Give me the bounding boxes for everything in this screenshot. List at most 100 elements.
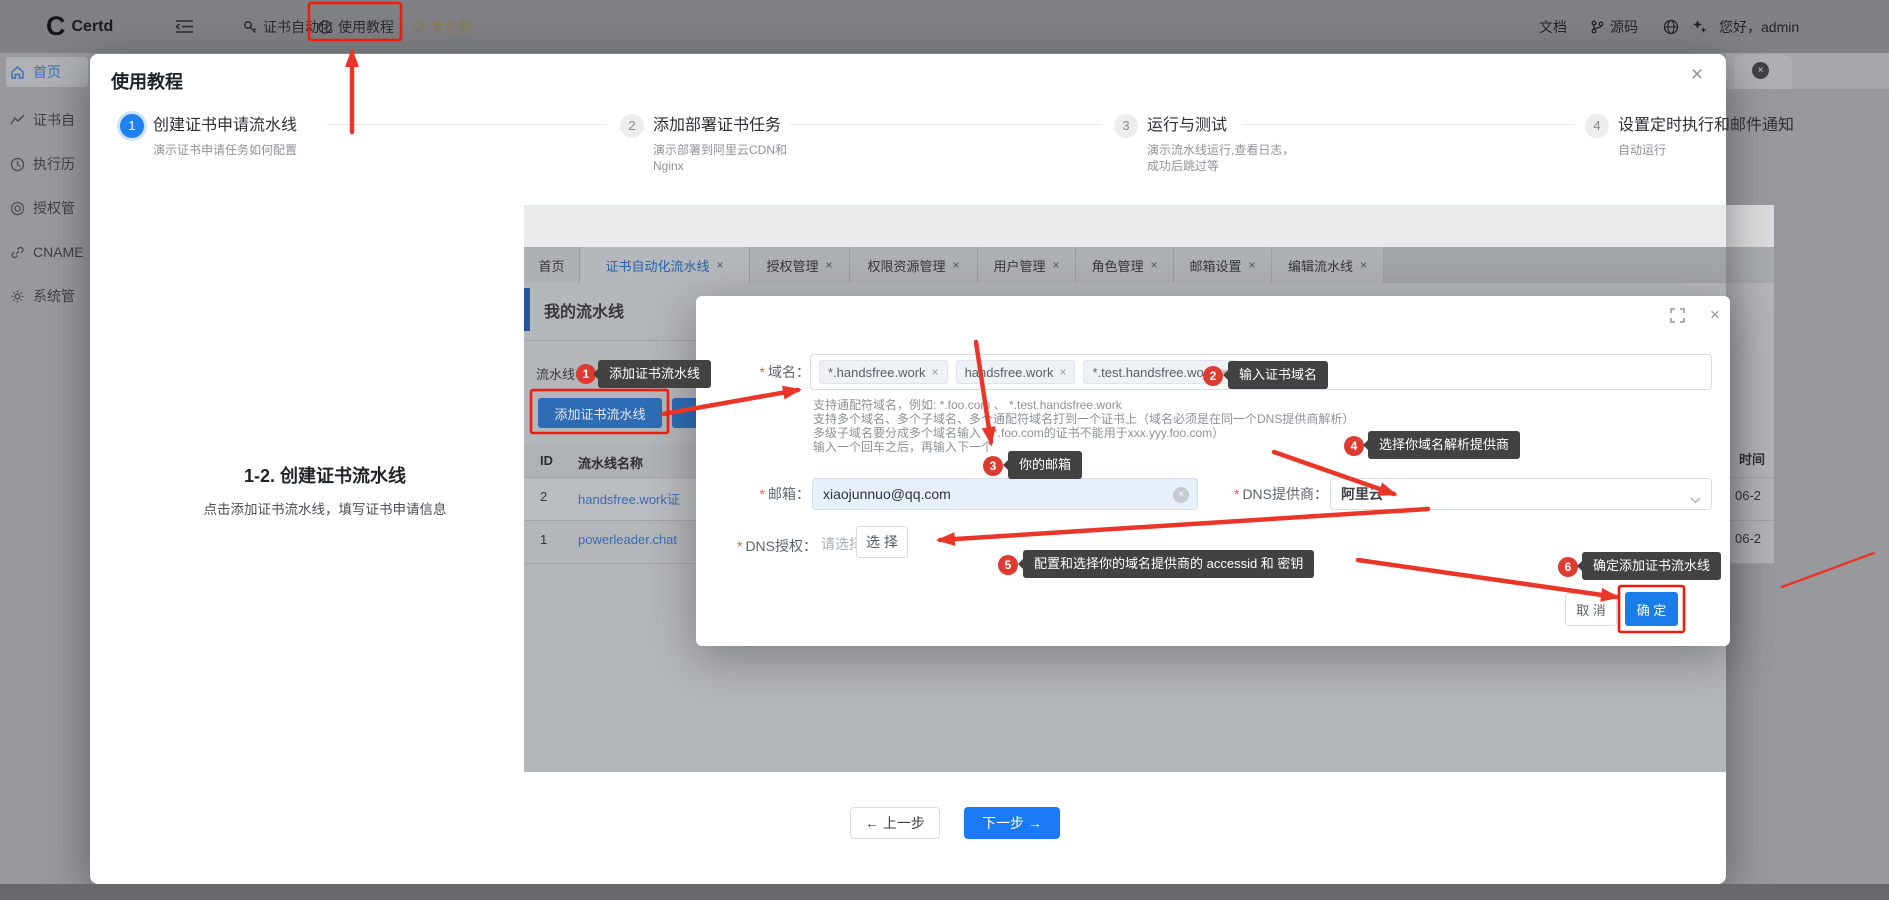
pipeline-link[interactable]: powerleader.chat: [578, 532, 696, 547]
sidebar-item-label: 系统管: [33, 286, 75, 306]
sidebar-item-cname[interactable]: CNAME: [10, 237, 88, 267]
cancel-button[interactable]: 取 消: [1565, 593, 1617, 626]
nav-source-label: 源码: [1610, 17, 1638, 37]
tab-label: 用户管理: [993, 256, 1045, 275]
line-chart-icon: [10, 113, 25, 128]
choose-dns-auth-button[interactable]: 选 择: [856, 526, 908, 558]
nav-docs-link[interactable]: 文档: [1539, 0, 1567, 53]
next-step-button[interactable]: 下一步 →: [964, 807, 1060, 839]
question-circle-icon: ?: [318, 20, 332, 34]
domain-tag[interactable]: handsfree.work ×: [956, 360, 1076, 384]
dns-provider-value: 阿里云: [1341, 484, 1383, 504]
tab-label: 授权管理: [766, 256, 818, 275]
tab-cert-pipeline[interactable]: 证书自动化流水线 ×: [580, 247, 750, 283]
modal-close-icon[interactable]: ×: [1704, 304, 1726, 326]
domain-tag-text: handsfree.work: [965, 365, 1054, 380]
tutorial-step-4[interactable]: 4 设置定时执行和邮件通知 自动运行: [1585, 112, 1794, 158]
email-value: xiaojunnuo@qq.com: [823, 486, 951, 502]
tab-permission-resources[interactable]: 权限资源管理 ×: [850, 247, 978, 283]
tab-user-management[interactable]: 用户管理 ×: [978, 247, 1076, 283]
behind-tabbar-sliver: ×: [1726, 53, 1889, 89]
step-label: 添加部署证书任务: [653, 112, 813, 140]
tab-close-icon[interactable]: ×: [1151, 258, 1158, 272]
tab-edit-pipeline[interactable]: 编辑流水线 ×: [1272, 247, 1384, 283]
email-field[interactable]: xiaojunnuo@qq.com ×: [812, 478, 1198, 510]
annotation-tooltip-1: 添加证书流水线: [598, 360, 711, 388]
nav-tutorial[interactable]: ? 使用教程: [318, 0, 394, 53]
annotation-badge-5: 5: [998, 555, 1018, 575]
behind-tabrow-sliver: [1726, 247, 1774, 283]
dns-provider-select[interactable]: 阿里云: [1330, 478, 1712, 510]
step-label: 运行与测试: [1147, 112, 1295, 140]
user-greeting[interactable]: 您好，admin: [1719, 0, 1799, 53]
tutorial-close-icon[interactable]: ×: [1682, 60, 1712, 90]
nav-pro[interactable]: 专业版: [412, 0, 473, 53]
sidebar-item-history[interactable]: 执行历: [10, 149, 88, 179]
domain-helper-line: 输入一个回车之后，再输入下一个: [813, 440, 993, 455]
tab-close-icon[interactable]: ×: [1053, 258, 1060, 272]
target-icon: [10, 201, 25, 216]
certd-logo-text: Certd: [72, 18, 114, 36]
domain-helper-line: 支持通配符域名，例如: *.foo.com 、 *.test.handsfree…: [813, 398, 1122, 413]
behind-header-sliver: [1726, 205, 1774, 247]
tab-close-icon[interactable]: ×: [1249, 258, 1256, 272]
sidebar-item-home[interactable]: 首页: [6, 57, 88, 87]
annotation-badge-4: 4: [1344, 436, 1364, 456]
language-globe-icon[interactable]: [1663, 0, 1679, 53]
step-desc: 演示流水线运行,查看日志，成功后跳过等: [1147, 142, 1295, 174]
sidebar-item-label: 证书自: [33, 110, 75, 130]
fullscreen-icon[interactable]: [1670, 308, 1685, 328]
step-divider: [790, 124, 1102, 125]
tab-label: 邮箱设置: [1189, 256, 1241, 275]
tab-close-icon[interactable]: ×: [1360, 258, 1367, 272]
theme-sparkle-icon[interactable]: [1692, 0, 1707, 53]
sidebar-item-system[interactable]: 系统管: [10, 281, 88, 311]
tab-label: 首页: [538, 256, 564, 275]
required-mark: *: [760, 486, 765, 502]
annotation-badge-6: 6: [1558, 557, 1578, 577]
sidebar-item-authorization[interactable]: 授权管: [10, 193, 88, 223]
annotation-badge-2: 2: [1203, 366, 1223, 386]
sidebar-item-cert-automation[interactable]: 证书自: [10, 105, 88, 135]
step-number: 4: [1585, 114, 1609, 138]
clear-input-icon[interactable]: ×: [1173, 487, 1189, 503]
domain-tag[interactable]: *.handsfree.work ×: [819, 360, 948, 384]
tutorial-step-2[interactable]: 2 添加部署证书任务 演示部署到阿里云CDN和Nginx: [620, 112, 813, 174]
confirm-button[interactable]: 确 定: [1625, 592, 1678, 626]
tab-close-icon[interactable]: ×: [717, 258, 724, 272]
tutorial-step-1[interactable]: 1 创建证书申请流水线 演示证书申请任务如何配置: [120, 112, 303, 158]
section-accent-bar: [524, 288, 530, 331]
tab-authorization[interactable]: 授权管理 ×: [750, 247, 850, 283]
tab-close-icon[interactable]: ×: [826, 258, 833, 272]
certd-logo[interactable]: C Certd: [46, 0, 113, 53]
col-pipeline-name: 流水线名称: [578, 453, 643, 472]
tutorial-step-3[interactable]: 3 运行与测试 演示流水线运行,查看日志，成功后跳过等: [1114, 112, 1295, 174]
required-mark: *: [760, 364, 765, 380]
tab-label: 证书自动化流水线: [605, 256, 709, 275]
tutorial-section-subheading: 点击添加证书流水线，填写证书申请信息: [180, 498, 470, 518]
add-pipeline-button[interactable]: 添加证书流水线: [538, 398, 662, 428]
domain-label: *域名：: [726, 362, 810, 382]
required-mark: *: [1234, 486, 1239, 502]
tutorial-section-heading: 1-2. 创建证书流水线: [200, 462, 450, 488]
annotation-tooltip-5: 配置和选择你的域名提供商的 accessid 和 密钥: [1023, 550, 1314, 578]
nav-source-link[interactable]: 源码: [1591, 0, 1638, 53]
prev-step-button[interactable]: ← 上一步: [850, 807, 940, 839]
top-navbar: C Certd 证书自动化 ? 使用教程 专业版 文档 源码: [0, 0, 1889, 53]
nav-tutorial-label: 使用教程: [338, 17, 394, 37]
step-number: 2: [620, 114, 644, 138]
next-step-label: 下一步 →: [982, 813, 1042, 833]
step-divider: [327, 124, 605, 125]
tab-close-icon[interactable]: ×: [953, 258, 960, 272]
tab-home[interactable]: 首页: [524, 247, 580, 283]
tab-role-management[interactable]: 角色管理 ×: [1076, 247, 1174, 283]
pipeline-link[interactable]: handsfree.work证: [578, 489, 696, 508]
tag-close-icon[interactable]: ×: [932, 365, 939, 379]
tab-email-settings[interactable]: 邮箱设置 ×: [1174, 247, 1272, 283]
menu-fold-icon[interactable]: [176, 0, 193, 53]
tag-close-icon[interactable]: ×: [1059, 365, 1066, 379]
close-all-tabs-icon[interactable]: ×: [1752, 62, 1769, 79]
required-mark: *: [737, 538, 742, 554]
home-icon: [10, 65, 25, 80]
dns-auth-label: *DNS授权：: [726, 536, 817, 556]
